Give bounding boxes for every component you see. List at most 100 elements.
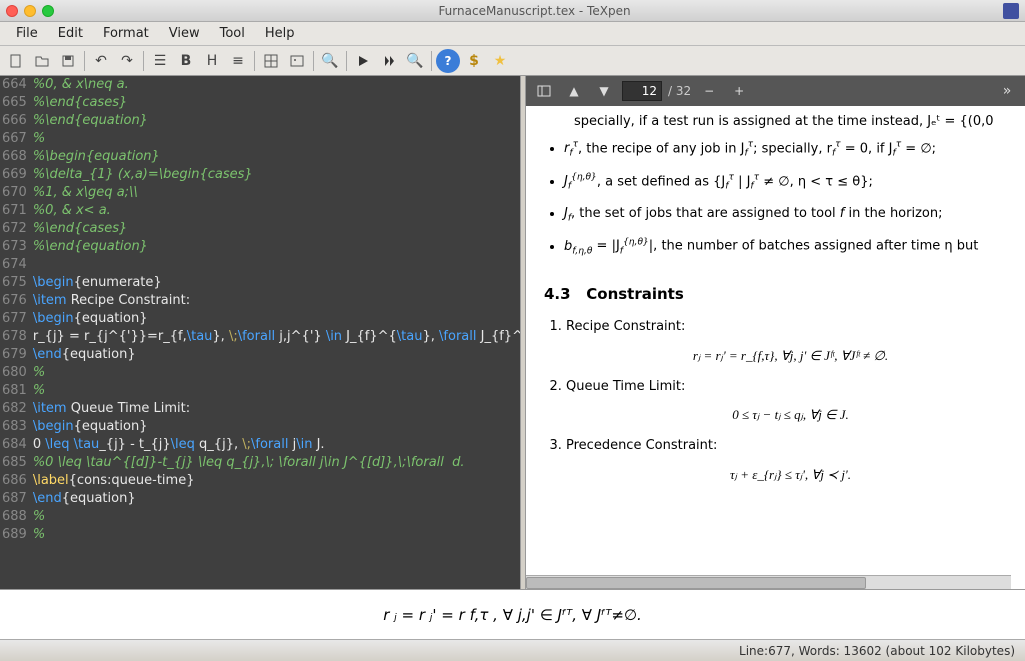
code-line[interactable]: %1, & x\geq a;\\ bbox=[31, 184, 520, 202]
pdf-tools-button[interactable]: » bbox=[995, 79, 1019, 103]
code-line[interactable]: % bbox=[31, 508, 520, 526]
main-split: 6646656666676686696706716726736746756766… bbox=[0, 76, 1025, 589]
pdf-preview-pane: ▲ ▼ / 32 − + » specially, if a test run … bbox=[526, 76, 1025, 589]
code-line[interactable]: 0 \leq \tau_{j} - t_{j}\leq q_{j}, \;\fo… bbox=[31, 436, 520, 454]
line-number: 672 bbox=[2, 220, 27, 238]
code-line[interactable]: \item Recipe Constraint: bbox=[31, 292, 520, 310]
code-line[interactable]: \end{equation} bbox=[31, 490, 520, 508]
save-file-button[interactable] bbox=[56, 49, 80, 73]
code-line[interactable]: %0 \leq \tau^{[d]}-t_{j} \leq q_{j},\; \… bbox=[31, 454, 520, 472]
pdf-list-item: Precedence Constraint: τⱼ + ε_{rⱼ} ≤ τⱼ'… bbox=[566, 436, 1015, 486]
menu-file[interactable]: File bbox=[6, 24, 48, 43]
settings-button[interactable]: $ bbox=[462, 49, 486, 73]
line-number: 671 bbox=[2, 202, 27, 220]
code-line[interactable]: %0, & x\neq a. bbox=[31, 76, 520, 94]
line-number: 674 bbox=[2, 256, 27, 274]
pdf-bullet: Jf, the set of jobs that are assigned to… bbox=[564, 204, 1015, 226]
favorite-button[interactable]: ★ bbox=[488, 49, 512, 73]
zoom-button[interactable]: 🔍 bbox=[318, 49, 342, 73]
pdf-bullet: rfτ, the recipe of any job in Jfτ; speci… bbox=[564, 139, 1015, 162]
pdf-page[interactable]: specially, if a test run is assigned at … bbox=[526, 106, 1025, 589]
formula-text: r ⱼ = r ⱼ' = r f,τ , ∀ j,j' ∈ Jᶠᵀ, ∀ Jᶠᵀ… bbox=[383, 606, 642, 624]
pdf-scrollbar-thumb[interactable] bbox=[526, 577, 866, 589]
redo-button[interactable]: ↷ bbox=[115, 49, 139, 73]
heading-button[interactable]: H bbox=[200, 49, 224, 73]
pdf-sidebar-toggle-button[interactable] bbox=[532, 79, 556, 103]
view-pdf-button[interactable] bbox=[377, 49, 401, 73]
pdf-page-input[interactable] bbox=[622, 81, 662, 101]
close-window-button[interactable] bbox=[6, 5, 18, 17]
code-area[interactable]: %0, & x\neq a.%\end{cases}%\end{equation… bbox=[31, 76, 520, 544]
code-line[interactable]: %\end{cases} bbox=[31, 220, 520, 238]
title-bar: FurnaceManuscript.tex - TeXpen bbox=[0, 0, 1025, 22]
line-number: 676 bbox=[2, 292, 27, 310]
code-line[interactable]: % bbox=[31, 382, 520, 400]
menu-view[interactable]: View bbox=[159, 24, 210, 43]
window-controls bbox=[6, 5, 54, 17]
pdf-bullet: Jf{η,θ}, a set defined as {Jfτ | Jfτ ≠ ∅… bbox=[564, 172, 1015, 195]
window-title: FurnaceManuscript.tex - TeXpen bbox=[66, 4, 1003, 18]
code-line[interactable]: %\delta_{1} (x,a)=\begin{cases} bbox=[31, 166, 520, 184]
image-button[interactable] bbox=[285, 49, 309, 73]
code-line[interactable] bbox=[31, 256, 520, 274]
table-button[interactable] bbox=[259, 49, 283, 73]
line-number: 664 bbox=[2, 76, 27, 94]
pdf-horizontal-scrollbar[interactable] bbox=[526, 575, 1011, 589]
pdf-text: specially, if a test run is assigned at … bbox=[574, 114, 1015, 129]
list-button[interactable]: ≡ bbox=[226, 49, 250, 73]
code-line[interactable]: r_{j} = r_{j^{'}}=r_{f,\tau}, \;\forall … bbox=[31, 328, 520, 346]
toolbar-separator bbox=[346, 51, 347, 71]
line-number: 682 bbox=[2, 400, 27, 418]
code-line[interactable]: % bbox=[31, 130, 520, 148]
outline-button[interactable]: ☰ bbox=[148, 49, 172, 73]
minimize-window-button[interactable] bbox=[24, 5, 36, 17]
code-line[interactable]: \begin{enumerate} bbox=[31, 274, 520, 292]
code-line[interactable]: %\begin{equation} bbox=[31, 148, 520, 166]
help-button[interactable]: ? bbox=[436, 49, 460, 73]
pdf-prev-page-button[interactable]: ▲ bbox=[562, 79, 586, 103]
pdf-equation: 0 ≤ τⱼ − tⱼ ≤ qⱼ, ∀j ∈ J. bbox=[566, 405, 1015, 426]
pdf-zoom-out-button[interactable]: − bbox=[697, 79, 721, 103]
pdf-next-page-button[interactable]: ▼ bbox=[592, 79, 616, 103]
menu-edit[interactable]: Edit bbox=[48, 24, 93, 43]
line-number: 681 bbox=[2, 382, 27, 400]
pdf-bullet: bf,η,θ = |Jf{η,θ}|, the number of batche… bbox=[564, 236, 1015, 259]
status-bar: Line:677, Words: 13602 (about 102 Kiloby… bbox=[0, 639, 1025, 661]
code-line[interactable]: %\end{cases} bbox=[31, 94, 520, 112]
menu-tool[interactable]: Tool bbox=[210, 24, 255, 43]
line-number: 675 bbox=[2, 274, 27, 292]
compile-button[interactable] bbox=[351, 49, 375, 73]
pdf-zoom-in-button[interactable]: + bbox=[727, 79, 751, 103]
pdf-toolbar: ▲ ▼ / 32 − + » bbox=[526, 76, 1025, 106]
menu-help[interactable]: Help bbox=[255, 24, 305, 43]
menu-format[interactable]: Format bbox=[93, 24, 159, 43]
code-line[interactable]: % bbox=[31, 364, 520, 382]
line-number: 669 bbox=[2, 166, 27, 184]
code-line[interactable]: %\end{equation} bbox=[31, 238, 520, 256]
status-text: Line:677, Words: 13602 (about 102 Kiloby… bbox=[739, 644, 1015, 658]
pdf-section-heading: 4.3 Constraints bbox=[544, 285, 1015, 303]
code-line[interactable]: \begin{equation} bbox=[31, 418, 520, 436]
line-number: 679 bbox=[2, 346, 27, 364]
bold-button[interactable]: B bbox=[174, 49, 198, 73]
open-file-button[interactable] bbox=[30, 49, 54, 73]
toolbar-separator bbox=[313, 51, 314, 71]
code-line[interactable]: %\end{equation} bbox=[31, 112, 520, 130]
code-line[interactable]: %0, & x< a. bbox=[31, 202, 520, 220]
new-file-button[interactable] bbox=[4, 49, 28, 73]
code-line[interactable]: \item Queue Time Limit: bbox=[31, 400, 520, 418]
code-line[interactable]: \end{equation} bbox=[31, 346, 520, 364]
undo-button[interactable]: ↶ bbox=[89, 49, 113, 73]
code-line[interactable]: % bbox=[31, 526, 520, 544]
editor-pane[interactable]: 6646656666676686696706716726736746756766… bbox=[0, 76, 520, 589]
code-line[interactable]: \begin{equation} bbox=[31, 310, 520, 328]
pdf-equation: rⱼ = rⱼ' = r_{f,τ}, ∀j, j' ∈ Jᶠᵗ, ∀Jᶠᵗ ≠… bbox=[566, 346, 1015, 367]
maximize-window-button[interactable] bbox=[42, 5, 54, 17]
code-line[interactable]: \label{cons:queue-time} bbox=[31, 472, 520, 490]
line-number: 668 bbox=[2, 148, 27, 166]
toolbar-separator bbox=[431, 51, 432, 71]
find-button[interactable]: 🔍 bbox=[403, 49, 427, 73]
line-number: 673 bbox=[2, 238, 27, 256]
toolbar-separator bbox=[143, 51, 144, 71]
line-number: 680 bbox=[2, 364, 27, 382]
